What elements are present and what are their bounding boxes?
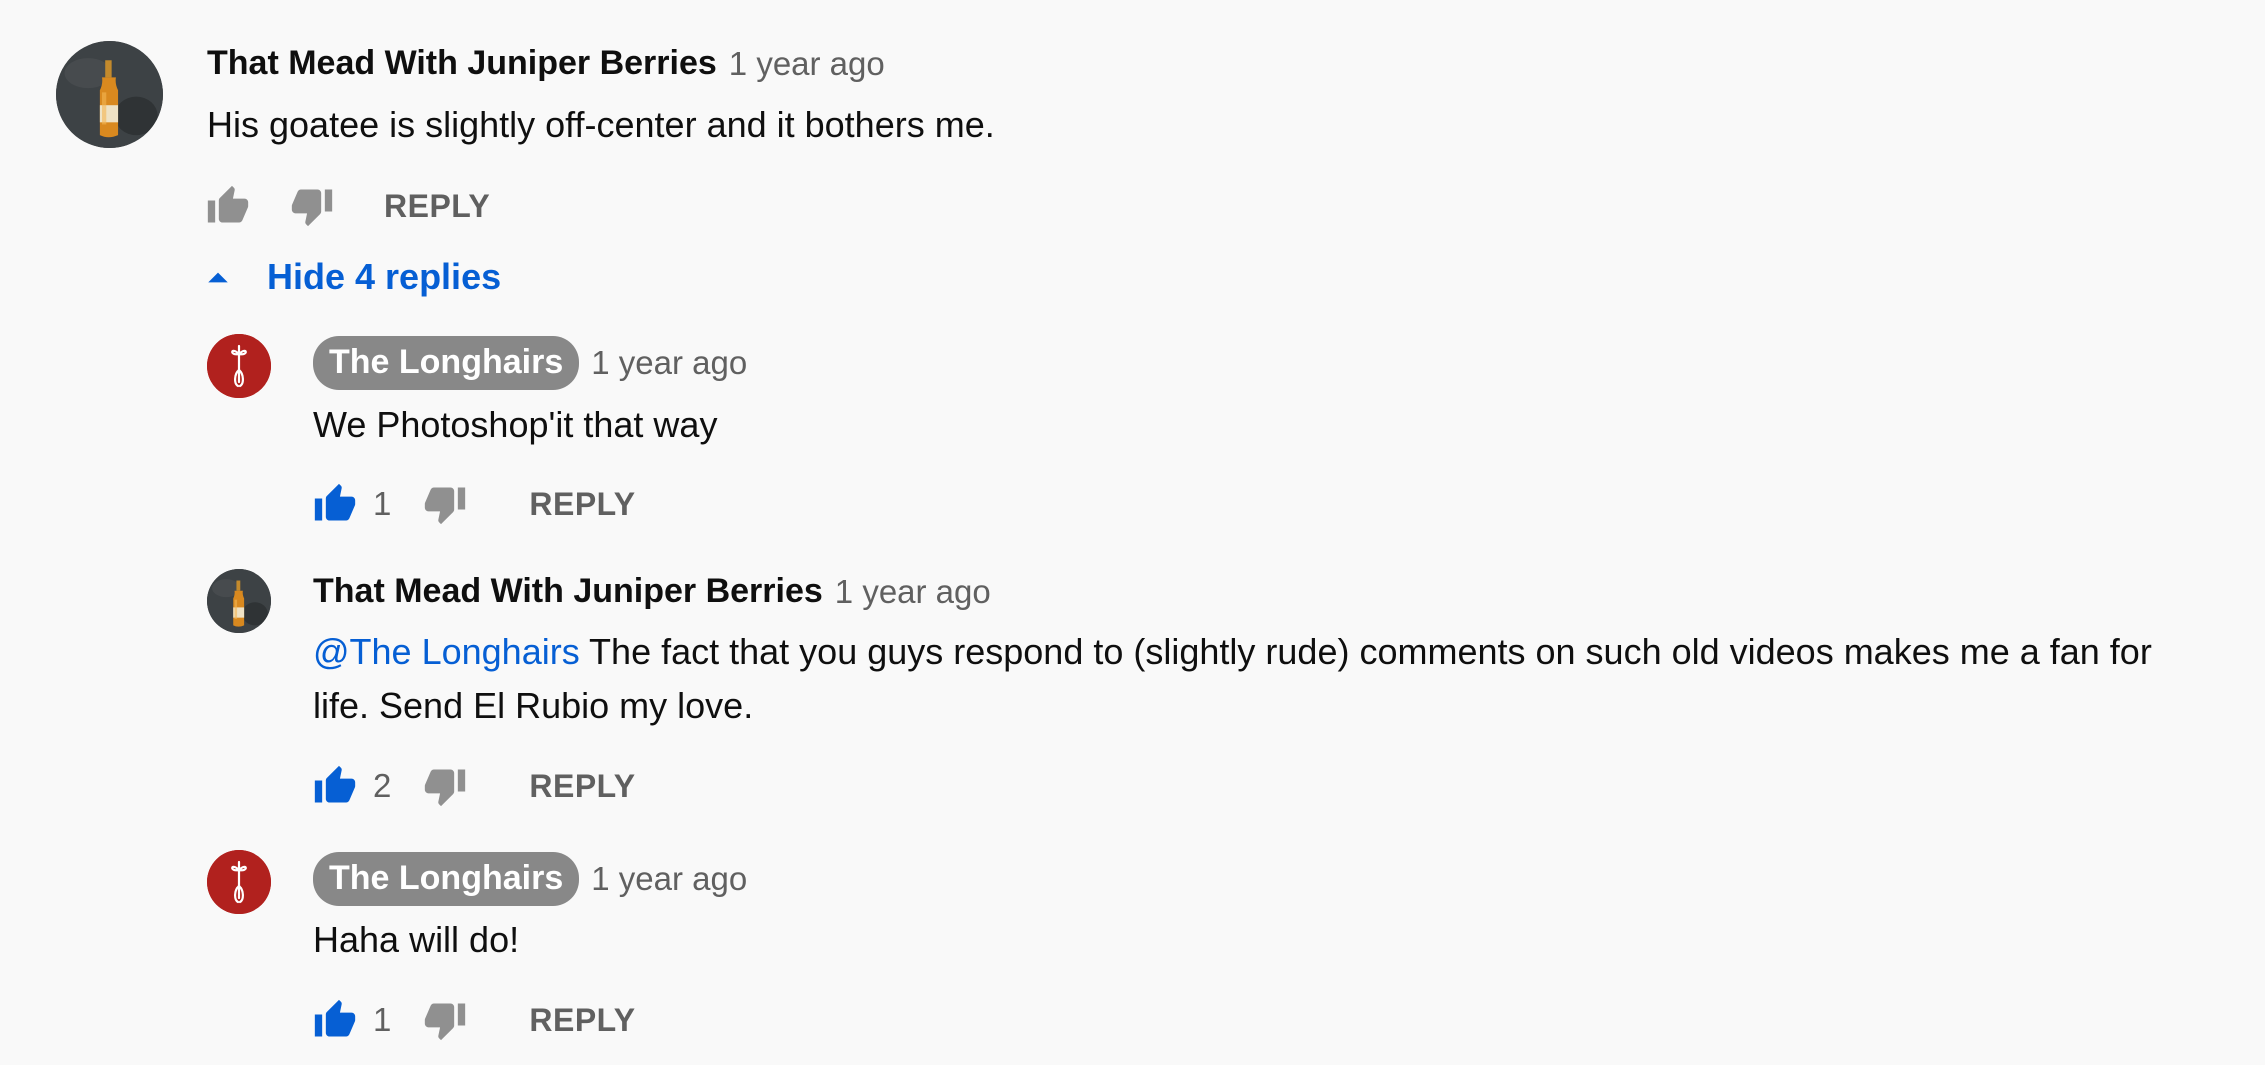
reply-button[interactable]: REPLY bbox=[529, 486, 635, 523]
avatar[interactable] bbox=[56, 41, 163, 148]
thumbs-up-icon bbox=[207, 185, 249, 223]
mention-link[interactable]: @The Longhairs bbox=[313, 631, 580, 672]
comment-text: His goatee is slightly off-center and it… bbox=[207, 104, 995, 145]
reply-header: That Mead With Juniper Berries 1 year ag… bbox=[313, 572, 991, 611]
reply-actions: 1 REPLY bbox=[311, 990, 636, 1050]
channel-owner-badge[interactable]: The Longhairs bbox=[313, 336, 580, 390]
thumbs-up-icon bbox=[314, 765, 356, 803]
reply-text-segment: The fact that you guys respond to (sligh… bbox=[579, 631, 2152, 672]
reply-time[interactable]: 1 year ago bbox=[591, 860, 747, 898]
reply-text: We Photoshop'it that way bbox=[313, 404, 718, 445]
reply-actions: 1 REPLY bbox=[311, 474, 636, 534]
dislike-button[interactable] bbox=[421, 996, 469, 1044]
comment-header: That Mead With Juniper Berries 1 year ag… bbox=[207, 44, 885, 83]
avatar[interactable] bbox=[207, 569, 271, 633]
reply-button[interactable]: REPLY bbox=[529, 1002, 635, 1039]
reply-text-line: life. Send El Rubio my love. bbox=[313, 685, 754, 726]
reply-actions: 2 REPLY bbox=[311, 756, 636, 816]
mead-bottle-icon bbox=[207, 569, 271, 633]
thumbs-down-icon bbox=[291, 189, 333, 227]
thumbs-down-icon bbox=[425, 487, 466, 525]
comment-time[interactable]: 1 year ago bbox=[729, 45, 885, 83]
comment-actions: REPLY bbox=[204, 176, 490, 236]
dislike-button[interactable] bbox=[421, 762, 469, 810]
mead-bottle-icon bbox=[56, 41, 163, 148]
like-button[interactable] bbox=[311, 762, 359, 810]
comment-thread: That Mead With Juniper Berries 1 year ag… bbox=[0, 0, 2265, 1065]
avatar[interactable] bbox=[207, 850, 271, 914]
thumbs-down-icon bbox=[425, 1003, 466, 1041]
thumbs-down-icon bbox=[425, 769, 466, 807]
reply-button[interactable]: REPLY bbox=[529, 768, 635, 805]
like-button[interactable] bbox=[204, 182, 252, 230]
dislike-button[interactable] bbox=[421, 480, 469, 528]
comment-author[interactable]: That Mead With Juniper Berries bbox=[207, 44, 717, 83]
longhairs-logo-icon bbox=[207, 850, 271, 914]
reply-header: The Longhairs 1 year ago bbox=[313, 852, 747, 906]
hide-replies-button[interactable]: Hide 4 replies bbox=[205, 256, 501, 298]
thumbs-up-icon bbox=[314, 999, 356, 1037]
reply-time[interactable]: 1 year ago bbox=[835, 573, 991, 611]
reply-time[interactable]: 1 year ago bbox=[591, 344, 747, 382]
reply-author[interactable]: That Mead With Juniper Berries bbox=[313, 572, 823, 611]
like-button[interactable] bbox=[311, 996, 359, 1044]
reply-header: The Longhairs 1 year ago bbox=[313, 336, 747, 390]
thumbs-up-icon bbox=[314, 483, 356, 521]
longhairs-logo-icon bbox=[207, 334, 271, 398]
caret-up-icon bbox=[208, 272, 228, 283]
like-button[interactable] bbox=[311, 480, 359, 528]
like-count: 1 bbox=[373, 485, 392, 522]
reply-text: Haha will do! bbox=[313, 919, 520, 960]
like-count: 1 bbox=[373, 1001, 392, 1038]
reply-text-line: @The Longhairs The fact that you guys re… bbox=[313, 625, 2243, 679]
dislike-button[interactable] bbox=[288, 182, 336, 230]
avatar[interactable] bbox=[207, 334, 271, 398]
reply-button[interactable]: REPLY bbox=[384, 188, 490, 225]
like-count: 2 bbox=[373, 767, 392, 804]
channel-owner-badge[interactable]: The Longhairs bbox=[313, 852, 580, 906]
hide-replies-label: Hide 4 replies bbox=[267, 256, 502, 297]
reply-text: @The Longhairs The fact that you guys re… bbox=[313, 625, 2243, 733]
